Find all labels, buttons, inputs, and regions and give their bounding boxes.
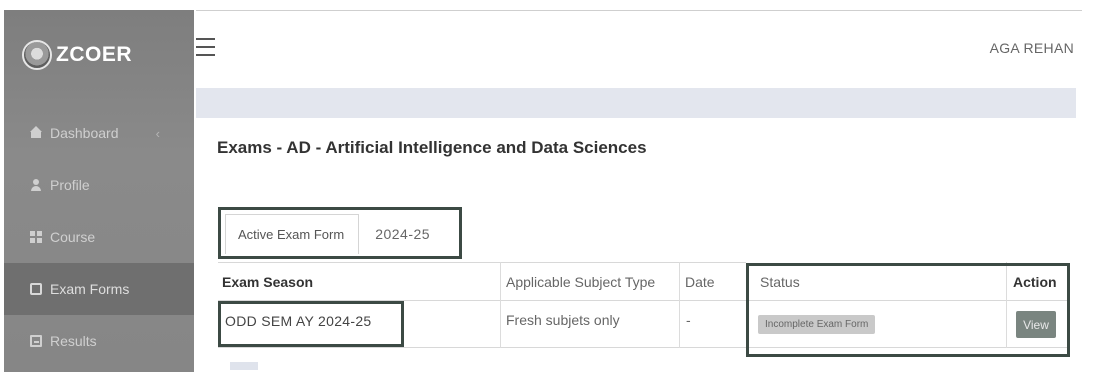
- sidebar: ZCOER Dashboard ‹ Profile Course Exam Fo…: [4, 10, 194, 372]
- sidebar-item-label: Course: [50, 229, 96, 245]
- tab-year[interactable]: 2024-25: [359, 226, 430, 242]
- header-border: [196, 10, 1082, 11]
- view-button[interactable]: View: [1016, 311, 1056, 338]
- exam-season-value: ODD SEM AY 2024-25: [225, 313, 372, 329]
- college-emblem-icon: [22, 40, 52, 70]
- scrollbar-thumb[interactable]: [230, 362, 258, 370]
- chevron-left-icon: ‹: [155, 125, 160, 141]
- sidebar-item-dashboard[interactable]: Dashboard ‹: [4, 107, 194, 159]
- exam-form-tabs: Active Exam Form 2024-25: [218, 207, 462, 259]
- sidebar-nav: Dashboard ‹ Profile Course Exam Forms Re…: [4, 107, 194, 367]
- sidebar-item-label: Profile: [50, 177, 90, 193]
- date-value: -: [686, 312, 691, 328]
- brand[interactable]: ZCOER: [22, 40, 132, 70]
- user-icon: [30, 179, 42, 191]
- column-divider: [500, 262, 501, 348]
- exam-season-cell: ODD SEM AY 2024-25: [218, 301, 404, 347]
- brand-name: ZCOER: [56, 43, 132, 66]
- column-divider: [679, 262, 680, 348]
- status-action-highlight: [746, 263, 1070, 357]
- chart-icon: [30, 335, 42, 347]
- sidebar-item-course[interactable]: Course: [4, 211, 194, 263]
- column-header-exam-season: Exam Season: [222, 274, 314, 290]
- user-name[interactable]: AGA REHAN: [990, 40, 1074, 56]
- grid-icon: [30, 231, 42, 243]
- sidebar-item-label: Dashboard: [50, 125, 119, 141]
- home-icon: [30, 126, 42, 139]
- tab-active-exam-form[interactable]: Active Exam Form: [225, 214, 360, 254]
- sidebar-item-label: Exam Forms: [50, 281, 130, 297]
- sidebar-item-exam-forms[interactable]: Exam Forms: [4, 263, 194, 315]
- breadcrumb-bar: [196, 88, 1076, 118]
- sidebar-item-profile[interactable]: Profile: [4, 159, 194, 211]
- column-header-subject-type: Applicable Subject Type: [506, 274, 656, 290]
- sidebar-item-label: Results: [50, 333, 97, 349]
- status-badge: Incomplete Exam Form: [758, 315, 876, 334]
- column-header-date: Date: [685, 274, 715, 290]
- subject-type-value: Fresh subjets only: [506, 312, 620, 328]
- document-icon: [30, 283, 42, 295]
- page-title: Exams - AD - Artificial Intelligence and…: [217, 138, 647, 157]
- hamburger-icon[interactable]: [196, 38, 215, 58]
- table-header-top-border: [218, 262, 746, 263]
- sidebar-item-results[interactable]: Results: [4, 315, 194, 367]
